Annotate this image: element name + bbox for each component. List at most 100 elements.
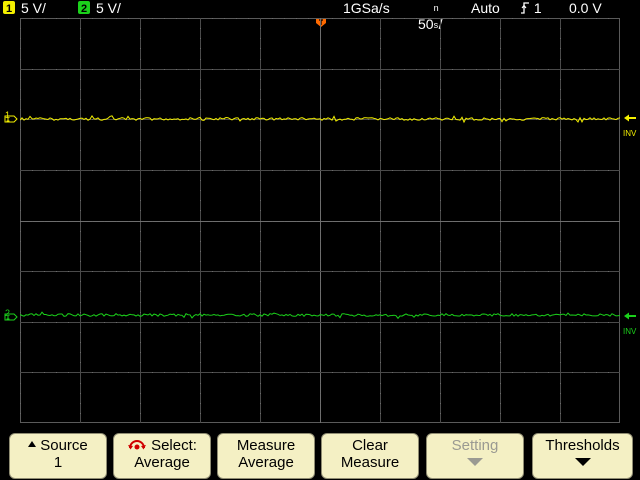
graticule-dot [404, 322, 405, 323]
select-softkey[interactable]: Select: Average [113, 433, 211, 479]
graticule-dot [428, 271, 429, 272]
graticule-dot [140, 79, 141, 80]
select-label: Select: [151, 437, 197, 454]
graticule-dot [560, 210, 561, 211]
graticule-dot [380, 48, 381, 49]
graticule-dot [452, 271, 453, 272]
channel-1-right-marker[interactable]: INV [622, 113, 640, 143]
graticule-dot [596, 322, 597, 323]
graticule-dot [380, 150, 381, 151]
graticule-dot [56, 322, 57, 323]
graticule-dot [500, 231, 501, 232]
graticule-dot [80, 200, 81, 201]
graticule-dot [344, 322, 345, 323]
graticule-dot [116, 170, 117, 171]
graticule-dot [440, 383, 441, 384]
graticule-dot [476, 69, 477, 70]
graticule-dot [80, 261, 81, 262]
graticule-dot [260, 140, 261, 141]
channel-1-scale[interactable]: 1 5 V/ [3, 0, 46, 17]
graticule-dot [80, 140, 81, 141]
graticule-dot [536, 221, 537, 222]
graticule-dot [500, 48, 501, 49]
graticule-dot [140, 129, 141, 130]
graticule-dot [500, 150, 501, 151]
graticule-dot [440, 109, 441, 110]
graticule-dot [176, 18, 177, 19]
graticule-dot [20, 231, 21, 232]
graticule-dot [80, 312, 81, 313]
graticule-dot [452, 69, 453, 70]
graticule-dot [392, 170, 393, 171]
measure-average-softkey[interactable]: Measure Average [217, 433, 315, 479]
graticule-dot [284, 18, 285, 19]
graticule-dot [140, 413, 141, 414]
channel-2-badge: 2 [78, 1, 90, 15]
graticule-dot [200, 160, 201, 161]
channel-1-ground-marker[interactable]: 1 [2, 110, 19, 126]
channel-2-right-marker[interactable]: INV [622, 311, 640, 341]
graticule-dot [200, 332, 201, 333]
graticule-dot [500, 302, 501, 303]
graticule-dot [92, 271, 93, 272]
graticule-dot [20, 332, 21, 333]
status-bar: 15 V/ 25 V/ 1GSa/s 50ns/ Auto 1 0.0 V [0, 0, 640, 32]
graticule-dot [20, 180, 21, 181]
graticule-dot [440, 180, 441, 181]
graticule-dot [260, 403, 261, 404]
graticule-dot [320, 109, 321, 110]
graticule-dot [140, 59, 141, 60]
graticule-dot [128, 170, 129, 171]
source-softkey[interactable]: Source 1 [9, 433, 107, 479]
graticule-dot [200, 150, 201, 151]
graticule-dot [140, 251, 141, 252]
graticule-dot [440, 99, 441, 100]
graticule-dot [260, 160, 261, 161]
graticule-dot [20, 79, 21, 80]
graticule-dot [380, 190, 381, 191]
graticule-dot [236, 372, 237, 373]
thresholds-softkey[interactable]: Thresholds [532, 433, 633, 479]
graticule-dot [440, 241, 441, 242]
graticule-dot [320, 129, 321, 130]
channel-2-ground-marker[interactable]: 2 [2, 308, 19, 324]
graticule-dot [296, 18, 297, 19]
graticule-dot [536, 271, 537, 272]
graticule-dot [200, 413, 201, 414]
graticule-dot [80, 210, 81, 211]
graticule-dot [140, 140, 141, 141]
clear-measure-softkey[interactable]: Clear Measure [321, 433, 419, 479]
setting-down-arrow-icon [467, 458, 483, 466]
graticule-dot [140, 109, 141, 110]
trigger-mode[interactable]: Auto [471, 0, 500, 17]
graticule-dot [140, 261, 141, 262]
graticule-dot [332, 170, 333, 171]
trigger-source[interactable]: 1 [520, 0, 542, 17]
setting-softkey[interactable]: Setting [426, 433, 524, 479]
graticule-dot [92, 170, 93, 171]
graticule-dot [548, 372, 549, 373]
graticule-dot [272, 170, 273, 171]
graticule-dot [332, 18, 333, 19]
trigger-level[interactable]: 0.0 V [569, 0, 602, 17]
graticule-dot [440, 59, 441, 60]
graticule-dot [440, 48, 441, 49]
thresholds-label: Thresholds [545, 437, 620, 454]
graticule-dot [380, 231, 381, 232]
graticule-dot [500, 109, 501, 110]
graticule-dot [140, 231, 141, 232]
graticule-dot [428, 69, 429, 70]
channel-2-scale[interactable]: 2 5 V/ [78, 0, 121, 17]
graticule-dot [584, 18, 585, 19]
graticule-dot [80, 241, 81, 242]
graticule-dot [380, 89, 381, 90]
graticule-dot [500, 160, 501, 161]
graticule-dot [20, 109, 21, 110]
graticule-dot [356, 372, 357, 373]
graticule-dot [440, 312, 441, 313]
graticule-dot [560, 352, 561, 353]
graticule-dot [20, 89, 21, 90]
graticule-dot [140, 200, 141, 201]
graticule-dot [80, 28, 81, 29]
graticule-dot [440, 210, 441, 211]
